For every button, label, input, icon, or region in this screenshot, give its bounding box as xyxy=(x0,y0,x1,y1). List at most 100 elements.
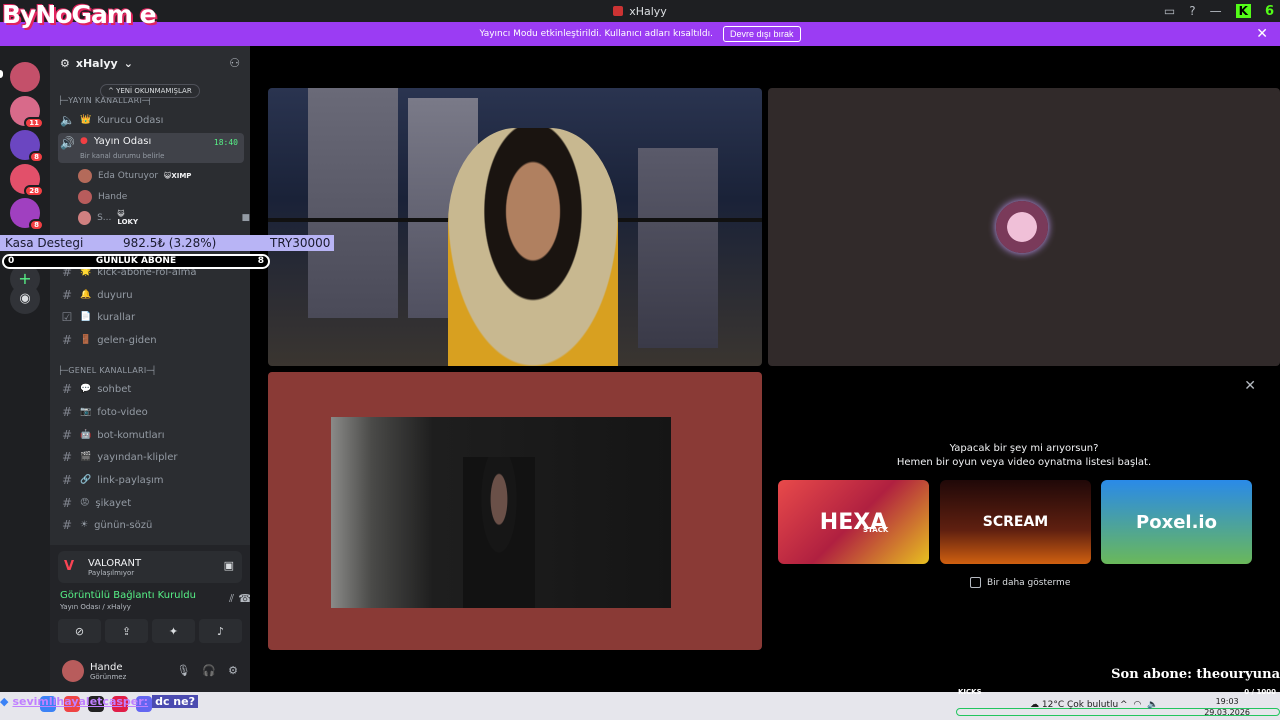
text-channel[interactable]: # 🤖 bot-komutları xyxy=(58,425,244,445)
channel-label: şikayet xyxy=(95,497,132,509)
game-card-poxel[interactable]: Poxel.io xyxy=(1101,480,1252,564)
server-avatar[interactable] xyxy=(10,62,40,92)
selected-indicator xyxy=(0,70,3,78)
server-avatar[interactable]: 28 xyxy=(10,164,44,197)
invite-icon[interactable]: ⚇ xyxy=(229,56,240,70)
text-channel[interactable]: # 🎬 yayından-klipler xyxy=(58,447,244,467)
window-title: xHalyy xyxy=(613,5,667,18)
connection-status: Görüntülü Bağlantı Kuruldu xyxy=(60,590,196,601)
chevron-up-icon[interactable]: ^ xyxy=(1120,700,1128,710)
live-dot-icon: ● xyxy=(80,136,88,146)
server-header[interactable]: ⚙ xHalyy ⌄ ⚇ xyxy=(50,46,250,80)
cloud-icon: ☁ xyxy=(1030,700,1039,710)
channel-emoji: 💬 xyxy=(80,384,92,394)
channel-label: gelen-giden xyxy=(97,334,157,346)
taskbar: ◆ sevimlihayaletcasper: dc ne? KICKS 0 /… xyxy=(0,688,1280,720)
channel-emoji: 📄 xyxy=(80,312,92,322)
avatar xyxy=(996,201,1048,253)
wifi-icon[interactable]: ◠ xyxy=(1134,700,1142,710)
avatar xyxy=(78,211,92,225)
channel-emoji: 😡 xyxy=(80,498,90,508)
soundboard-icon[interactable]: ♪ xyxy=(199,619,242,643)
server-rail: 11 8 28 8 + ◉ xyxy=(0,46,50,692)
building xyxy=(638,148,718,348)
voice-user[interactable]: S... 😺LOKY ■ xyxy=(78,209,250,227)
video-tile-avatar[interactable] xyxy=(768,88,1280,366)
donation-goal-overlay: Kasa Destegi 982.5₺ (3.28%) TRY30000 xyxy=(0,235,334,251)
voice-user[interactable]: Eda Oturuyor 😺XIMP xyxy=(78,167,191,185)
unread-pill-label: YENİ OKUNMAMIŞLAR xyxy=(116,87,192,95)
voice-user[interactable]: Hande xyxy=(78,188,127,206)
game-subtitle: STACK xyxy=(863,526,889,534)
game-card-hexa[interactable]: HEXA STACK xyxy=(778,480,929,564)
kick-logo-icon: K xyxy=(1235,4,1251,18)
close-icon[interactable]: ✕ xyxy=(1256,26,1268,42)
chat-user: sevimlihayaletcasper: xyxy=(12,694,149,708)
speaker-icon: 🔊 xyxy=(60,136,75,150)
help-icon[interactable]: ? xyxy=(1189,4,1195,18)
voice-channel-kurucu[interactable]: 🔈 👑 Kurucu Odası xyxy=(58,110,244,130)
clock-time: 19:03 xyxy=(1215,697,1239,706)
system-tray: ^ ◠ 🔈 xyxy=(1120,700,1159,710)
text-channel[interactable]: # 📷 foto-video xyxy=(58,402,244,422)
weather-widget[interactable]: ☁ 12°C Çok bulutlu xyxy=(1030,700,1118,710)
voice-user-name: S... xyxy=(97,213,112,223)
server-avatar[interactable]: 11 xyxy=(10,96,44,129)
user-panel: V VALORANT Paylaşılmıyor ▣ Görüntülü Bağ… xyxy=(50,545,252,692)
channel-emoji: 🔔 xyxy=(80,290,92,300)
text-channel[interactable]: ☑ 📄 kurallar xyxy=(58,307,244,327)
discover-icon[interactable]: ◉ xyxy=(10,284,40,314)
user-controls: 🎙 🎧 ⚙ xyxy=(176,664,238,677)
unread-badge: 11 xyxy=(24,117,44,129)
daily-sub-overlay: 0 GÜNLÜK ABONE 8 xyxy=(2,254,270,269)
activities-icon[interactable]: ✦ xyxy=(152,619,195,643)
hash-icon: # xyxy=(61,428,73,442)
text-channel[interactable]: # 😡 şikayet xyxy=(58,493,244,513)
camera-off-icon[interactable]: ⊘ xyxy=(58,619,101,643)
text-channel[interactable]: # 💬 sohbet xyxy=(58,379,244,399)
channel-label: Yayın Odası xyxy=(93,136,152,147)
close-icon[interactable]: ✕ xyxy=(1244,378,1256,394)
text-channel[interactable]: # ☀ günün-sözü xyxy=(58,515,244,535)
server-avatar[interactable]: 8 xyxy=(10,198,44,231)
chat-badge-icon: ◆ xyxy=(0,694,9,708)
voice-channel-yayin[interactable]: 🔊 ● Yayın Odası 18:40 Bir kanal durumu b… xyxy=(58,133,244,163)
title-bar: xHalyy ▭ ? — K 6 xyxy=(0,0,1280,22)
game-card-scream[interactable]: SCREAM xyxy=(940,480,1091,564)
share-screen-icon[interactable]: ▣ xyxy=(224,559,234,572)
donation-goal-target: TRY30000 xyxy=(270,236,331,250)
daily-sub-max: 8 xyxy=(257,256,264,266)
video-tile-camera[interactable] xyxy=(268,372,762,650)
minimize-button[interactable]: — xyxy=(1210,4,1222,18)
connection-channel[interactable]: Yayın Odası / xHalyy xyxy=(60,603,240,611)
volume-icon[interactable]: 🔈 xyxy=(1147,700,1158,710)
clock-date: 29.03.2026 xyxy=(1204,708,1250,717)
suggestions-heading: Yapacak bir şey mi arıyorsun? xyxy=(949,443,1099,454)
avatar[interactable] xyxy=(62,660,84,682)
activity-suggestions: ✕ Yapacak bir şey mi arıyorsun? Hemen bi… xyxy=(768,372,1280,650)
last-sub-overlay: Son abone: theouryuna xyxy=(1111,667,1280,682)
channel-label: sohbet xyxy=(97,383,132,395)
gear-icon[interactable]: ⚙ xyxy=(228,664,238,677)
channel-label: bot-komutları xyxy=(97,429,165,441)
server-avatar[interactable]: 8 xyxy=(10,130,44,163)
inbox-icon[interactable]: ▭ xyxy=(1164,4,1175,18)
voice-connection: Görüntülü Bağlantı Kuruldu Yayın Odası /… xyxy=(60,590,252,611)
disable-streamer-mode-button[interactable]: Devre dışı bırak xyxy=(723,26,801,42)
text-channel[interactable]: # 🔔 duyuru xyxy=(58,285,244,305)
noise-suppression-icon[interactable]: ⫽ xyxy=(229,592,234,606)
text-channel[interactable]: # 🔗 link-paylaşım xyxy=(58,470,244,490)
microphone-icon[interactable]: 🎙 xyxy=(176,664,190,677)
text-channel[interactable]: # 🚪 gelen-giden xyxy=(58,330,244,350)
dont-show-again[interactable]: Bir daha gösterme xyxy=(970,577,1070,588)
screen-share-icon[interactable]: ⇪ xyxy=(105,619,148,643)
video-tile-streamer[interactable] xyxy=(268,88,762,366)
channel-emoji: 👑 xyxy=(80,115,92,125)
checkbox[interactable] xyxy=(970,577,981,588)
headphones-icon[interactable]: 🎧 xyxy=(202,664,216,677)
category-genel[interactable]: ├─GENEL KANALLARI─┤ + xyxy=(58,364,339,375)
activity-card[interactable]: V VALORANT Paylaşılmıyor ▣ xyxy=(58,551,242,583)
clock[interactable]: 19:03 29.03.2026 xyxy=(1204,696,1250,718)
channel-status[interactable]: Bir kanal durumu belirle xyxy=(80,152,164,160)
new-unreads-pill[interactable]: ^ YENİ OKUNMAMIŞLAR xyxy=(100,84,200,98)
